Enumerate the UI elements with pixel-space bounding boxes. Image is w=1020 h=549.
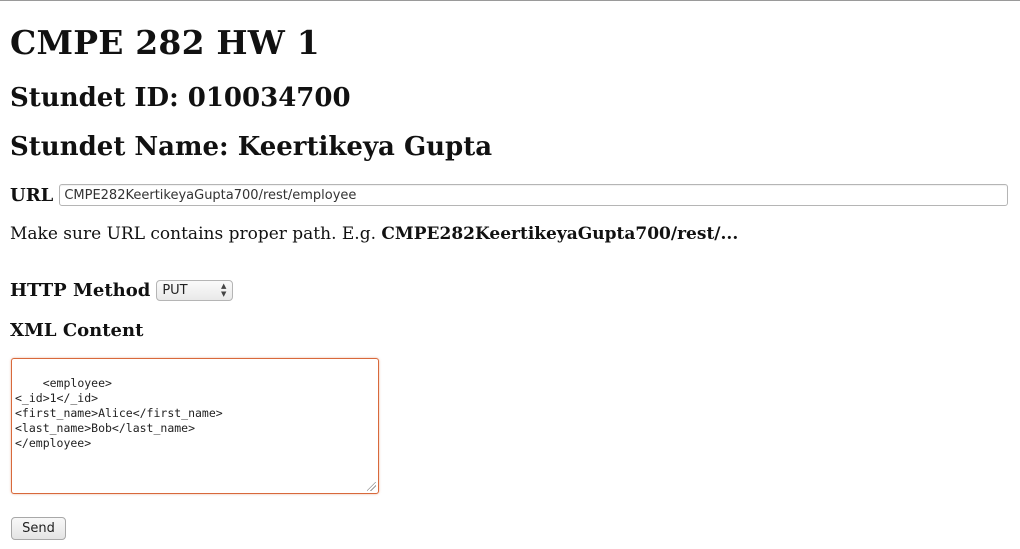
send-button[interactable]: Send [11, 517, 66, 540]
url-row: URL [10, 184, 1008, 206]
url-hint-example: CMPE282KeertikeyaGupta700/rest/... [381, 224, 739, 244]
xml-content-text: <employee> <_id>1</_id> <first_name>Alic… [15, 376, 223, 450]
xml-content-label: XML Content [10, 320, 144, 341]
url-hint-text: Make sure URL contains proper path. E.g. [10, 224, 382, 244]
select-arrows-icon: ▲ ▼ [220, 282, 227, 298]
http-method-row: HTTP Method PUT ▲ ▼ [10, 280, 234, 301]
page-title: CMPE 282 HW 1 [10, 23, 320, 62]
resize-grip-icon[interactable] [367, 482, 376, 491]
xml-content-textarea[interactable]: <employee> <_id>1</_id> <first_name>Alic… [11, 358, 379, 494]
http-method-select[interactable]: PUT ▲ ▼ [156, 280, 234, 301]
url-input[interactable] [59, 184, 1008, 206]
student-id-heading: Stundet ID: 010034700 [10, 83, 351, 113]
student-name-heading: Stundet Name: Keertikeya Gupta [10, 132, 493, 162]
url-label: URL [10, 184, 54, 206]
http-method-selected: PUT [162, 283, 188, 298]
http-method-label: HTTP Method [10, 280, 151, 301]
url-hint: Make sure URL contains proper path. E.g.… [10, 224, 738, 244]
